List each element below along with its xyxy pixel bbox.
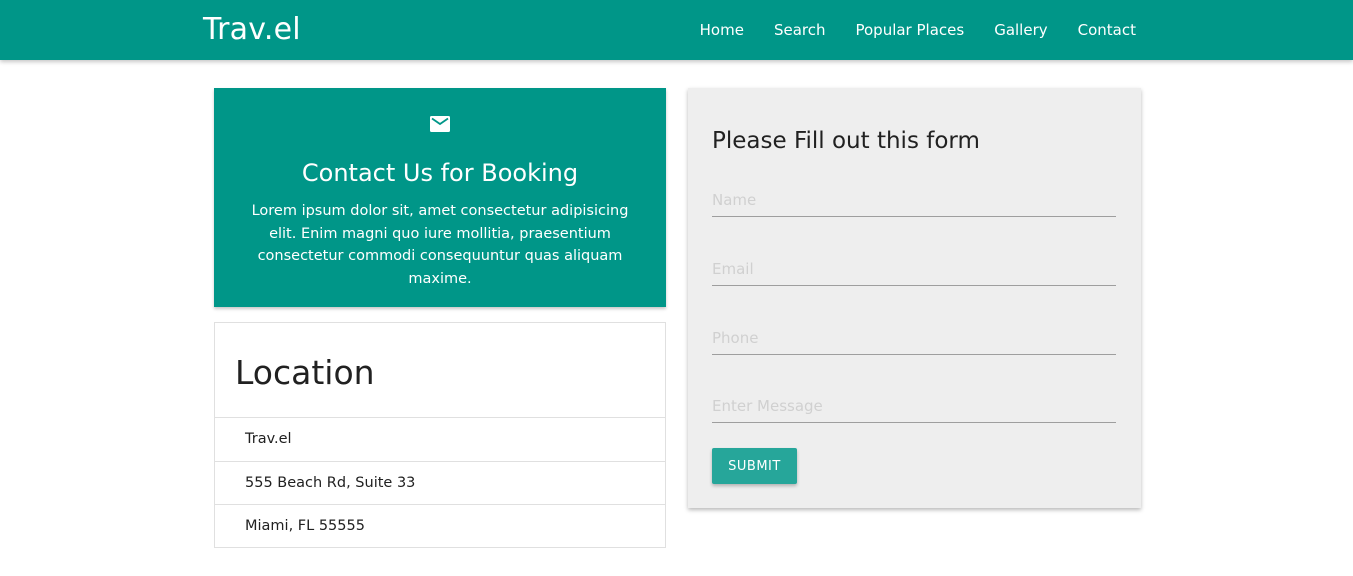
location-card: Location Trav.el 555 Beach Rd, Suite 33 …	[214, 322, 666, 548]
booking-form-card: Please Fill out this form SUBMIT	[688, 88, 1141, 508]
nav-item-search: Search	[759, 0, 841, 60]
location-title: Location	[235, 353, 375, 392]
brand-logo[interactable]: Trav.el	[203, 10, 301, 50]
form-title: Please Fill out this form	[712, 128, 980, 154]
nav-link-popular-places[interactable]: Popular Places	[840, 0, 979, 60]
email-input[interactable]	[712, 252, 1116, 286]
nav-item-home: Home	[685, 0, 759, 60]
location-item-city: Miami, FL 55555	[245, 518, 365, 534]
contact-description: Lorem ipsum dolor sit, amet consectetur …	[251, 203, 629, 287]
navbar: Trav.el Home Search Popular Places Galle…	[0, 0, 1353, 60]
nav-link-home[interactable]: Home	[685, 0, 759, 60]
contact-title: Contact Us for Booking	[301, 159, 579, 187]
nav-link-gallery[interactable]: Gallery	[979, 0, 1062, 60]
nav-link-search[interactable]: Search	[759, 0, 841, 60]
submit-button[interactable]: SUBMIT	[712, 448, 797, 484]
location-item-company: Trav.el	[215, 418, 665, 462]
location-item-street: 555 Beach Rd, Suite 33	[215, 462, 665, 505]
nav-menu: Home Search Popular Places Gallery Conta…	[685, 0, 1151, 60]
email-icon	[430, 116, 450, 132]
nav-link-contact[interactable]: Contact	[1063, 0, 1151, 60]
nav-item-contact: Contact	[1063, 0, 1151, 60]
contact-card: Contact Us for Booking Lorem ipsum dolor…	[214, 88, 666, 307]
name-input[interactable]	[712, 183, 1116, 217]
message-input[interactable]	[712, 389, 1116, 423]
nav-item-gallery: Gallery	[979, 0, 1062, 60]
phone-input[interactable]	[712, 321, 1116, 355]
nav-item-popular-places: Popular Places	[840, 0, 979, 60]
location-header: Location	[215, 323, 665, 418]
